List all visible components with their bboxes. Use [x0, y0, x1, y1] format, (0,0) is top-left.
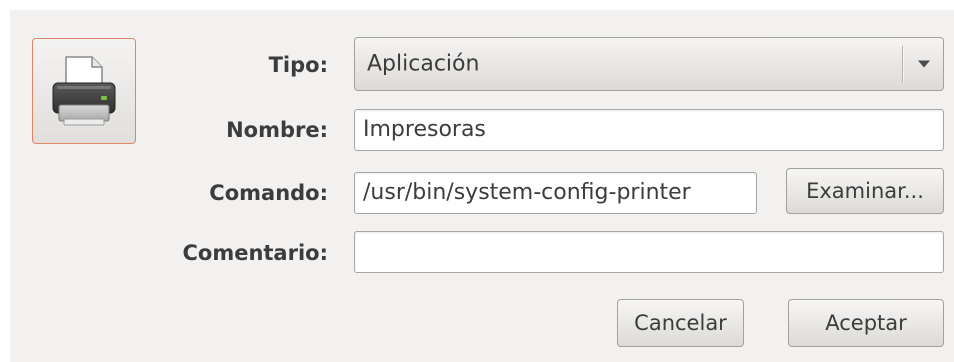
nombre-label: Nombre: — [226, 118, 328, 142]
nombre-input[interactable]: Impresoras — [354, 109, 944, 151]
chevron-down-icon — [918, 60, 930, 68]
browse-button[interactable]: Examinar... — [786, 168, 944, 214]
launcher-properties-dialog: Tipo: Aplicación Nombre: Impresoras Coma… — [10, 10, 954, 362]
cancel-button[interactable]: Cancelar — [617, 299, 744, 347]
accept-button[interactable]: Aceptar — [788, 299, 944, 347]
comando-input[interactable]: /usr/bin/system-config-printer — [354, 172, 757, 214]
printer-icon — [52, 56, 116, 126]
tipo-label: Tipo: — [268, 53, 328, 77]
tipo-combobox[interactable]: Aplicación — [354, 37, 944, 91]
combo-separator — [902, 46, 903, 82]
comentario-input[interactable] — [354, 231, 944, 273]
comentario-label: Comentario: — [182, 241, 328, 265]
comando-label: Comando: — [209, 181, 328, 205]
tipo-selected-value: Aplicación — [367, 51, 480, 77]
launcher-icon-button[interactable] — [32, 38, 136, 144]
